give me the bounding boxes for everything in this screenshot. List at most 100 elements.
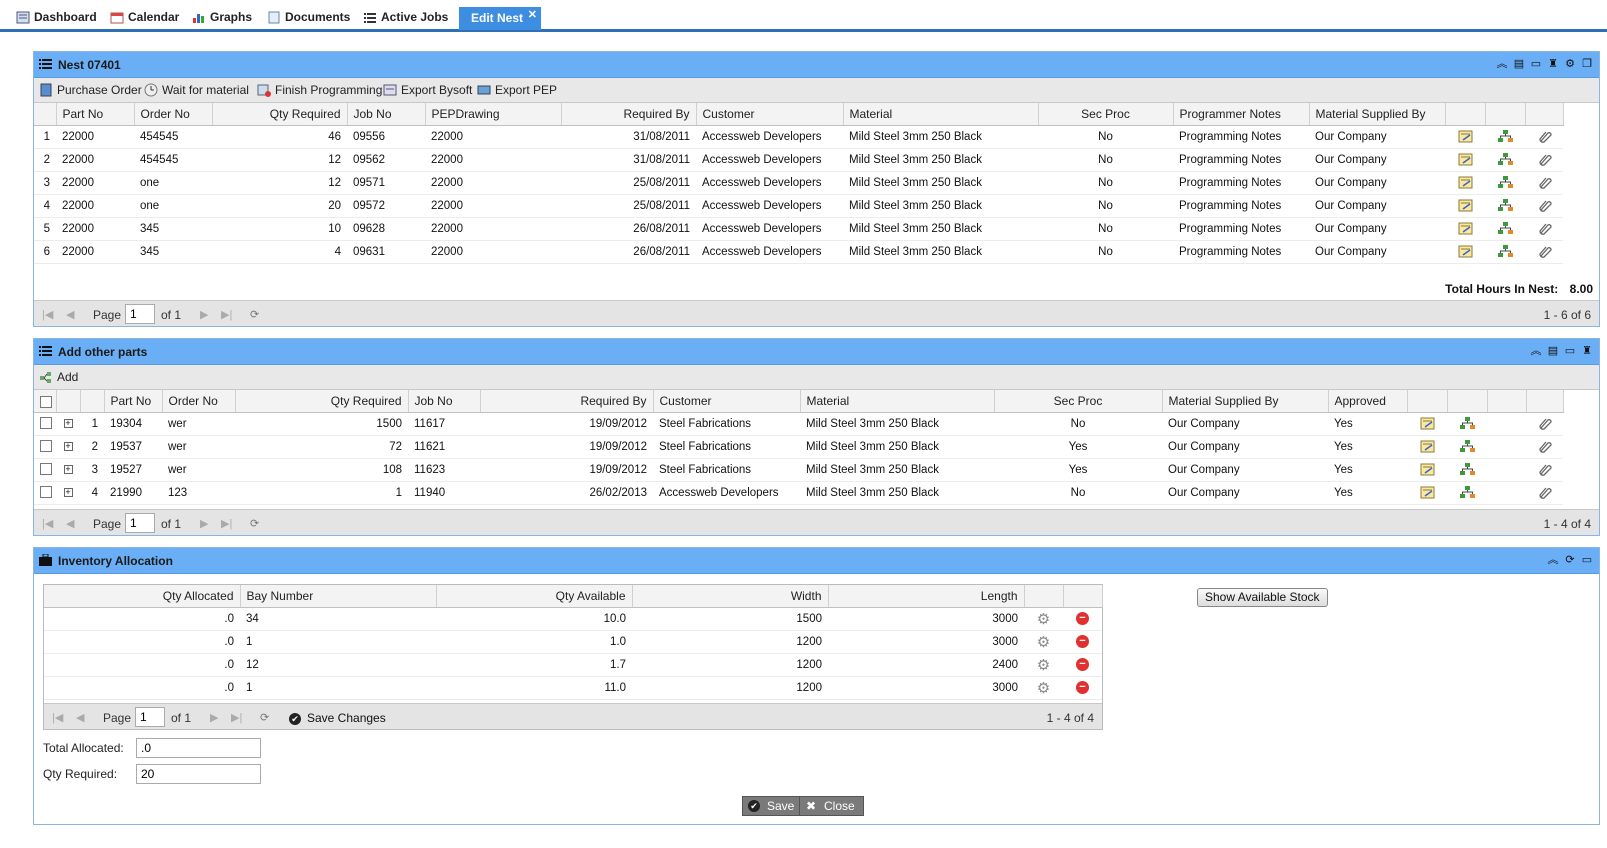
window-icon[interactable]: ❐ <box>1581 58 1593 70</box>
edit-note-icon[interactable] <box>1458 199 1473 212</box>
refresh-icon[interactable]: ⟳ <box>260 711 269 724</box>
column-header[interactable]: Bay Number <box>240 585 437 608</box>
collapse-icon[interactable]: ︽ <box>1547 554 1559 566</box>
paperclip-icon[interactable] <box>1537 486 1552 499</box>
gear-icon[interactable]: ⚙ <box>1564 58 1576 70</box>
column-header[interactable]: Qty Required <box>235 390 409 413</box>
table-row[interactable]: +1 19304 wer 1500 11617 19/09/2012 Steel Fabri… <box>34 412 1563 436</box>
paperclip-icon[interactable] <box>1537 176 1552 189</box>
last-page-icon[interactable]: ▶| <box>221 308 232 321</box>
prev-page-icon[interactable]: ◀ <box>66 517 74 530</box>
expand-icon[interactable]: + <box>63 418 73 428</box>
hierarchy-icon[interactable] <box>1497 153 1513 166</box>
print-icon[interactable]: ▭ <box>1581 554 1593 566</box>
column-header[interactable]: Order No <box>134 103 213 126</box>
column-header[interactable]: Customer <box>696 103 844 126</box>
binoculars-icon[interactable]: ♜ <box>1547 58 1559 70</box>
hierarchy-icon[interactable] <box>1459 417 1475 430</box>
column-header[interactable]: Job No <box>347 103 426 126</box>
column-header[interactable]: Part No <box>56 103 135 126</box>
page-input[interactable] <box>125 513 155 533</box>
remove-icon[interactable]: − <box>1076 658 1089 671</box>
last-page-icon[interactable]: ▶| <box>221 517 232 530</box>
paperclip-icon[interactable] <box>1537 130 1552 143</box>
table-row[interactable]: .0 12 1.7 1200 2400 ⚙ − <box>44 653 1102 677</box>
purchase-order-button[interactable]: Purchase Order <box>39 83 142 97</box>
next-page-icon[interactable]: ▶ <box>200 308 208 321</box>
column-header[interactable]: Required By <box>480 390 654 413</box>
wait-for-material-button[interactable]: Wait for material <box>144 83 249 97</box>
column-header[interactable]: Approved <box>1328 390 1408 413</box>
column-header[interactable]: Customer <box>653 390 801 413</box>
paperclip-icon[interactable] <box>1537 199 1552 212</box>
column-header[interactable]: PEPDrawing <box>425 103 562 126</box>
column-header[interactable]: Part No <box>104 390 163 413</box>
first-page-icon[interactable]: |◀ <box>42 517 53 530</box>
gear-icon[interactable]: ⚙ <box>1037 611 1050 628</box>
total-allocated-field[interactable] <box>136 738 261 758</box>
close-icon[interactable]: ✕ <box>528 4 537 27</box>
remove-icon[interactable]: − <box>1076 612 1089 625</box>
edit-note-icon[interactable] <box>1458 222 1473 235</box>
hierarchy-icon[interactable] <box>1497 176 1513 189</box>
save-icon[interactable]: ▤ <box>1547 345 1559 357</box>
qty-required-field[interactable] <box>136 764 261 784</box>
table-row[interactable]: +4 21990 123 1 11940 26/02/2013 Accessweb Deve… <box>34 481 1563 505</box>
column-header[interactable]: Material <box>800 390 995 413</box>
edit-note-icon[interactable] <box>1420 417 1435 430</box>
edit-note-icon[interactable] <box>1420 463 1435 476</box>
hierarchy-icon[interactable] <box>1497 199 1513 212</box>
tab-graphs[interactable]: Graphs <box>190 8 252 29</box>
next-page-icon[interactable]: ▶ <box>210 711 218 724</box>
prev-page-icon[interactable]: ◀ <box>66 308 74 321</box>
add-button[interactable]: Add <box>39 370 78 384</box>
table-row[interactable]: +2 19537 wer 72 11621 19/09/2012 Steel Fabrica… <box>34 435 1563 459</box>
expand-icon[interactable]: + <box>63 487 73 497</box>
edit-note-icon[interactable] <box>1458 176 1473 189</box>
print-icon[interactable]: ▭ <box>1530 58 1542 70</box>
finish-programming-button[interactable]: Finish Programming <box>257 83 382 97</box>
paperclip-icon[interactable] <box>1537 153 1552 166</box>
hierarchy-icon[interactable] <box>1497 130 1513 143</box>
save-icon[interactable]: ▤ <box>1513 58 1525 70</box>
column-header[interactable]: Material Supplied By <box>1162 390 1329 413</box>
refresh-icon[interactable]: ⟳ <box>250 308 259 321</box>
hierarchy-icon[interactable] <box>1459 463 1475 476</box>
binoculars-icon[interactable]: ♜ <box>1581 345 1593 357</box>
tab-dashboard[interactable]: Dashboard <box>14 8 97 29</box>
edit-note-icon[interactable] <box>1420 486 1435 499</box>
column-header[interactable]: Sec Proc <box>1038 103 1174 126</box>
row-checkbox[interactable] <box>40 463 52 476</box>
first-page-icon[interactable]: |◀ <box>52 711 63 724</box>
column-header[interactable]: Required By <box>561 103 697 126</box>
table-row[interactable]: 3 22000 one 12 09571 22000 25/08/2011 Accessweb… <box>34 171 1563 195</box>
table-row[interactable]: +3 19527 wer 108 11623 19/09/2012 Steel Fabric… <box>34 458 1563 482</box>
save-changes-button[interactable]: ✔ Save Changes <box>289 711 386 725</box>
remove-icon[interactable]: − <box>1076 681 1089 694</box>
collapse-icon[interactable]: ︽ <box>1496 58 1508 70</box>
table-row[interactable]: 4 22000 one 20 09572 22000 25/08/2011 Accessweb… <box>34 194 1563 218</box>
table-row[interactable]: 2 22000 454545 12 09562 22000 31/08/2011 Access… <box>34 148 1563 172</box>
hierarchy-icon[interactable] <box>1459 486 1475 499</box>
column-header[interactable]: Programmer Notes <box>1173 103 1310 126</box>
last-page-icon[interactable]: ▶| <box>231 711 242 724</box>
next-page-icon[interactable]: ▶ <box>200 517 208 530</box>
prev-page-icon[interactable]: ◀ <box>76 711 84 724</box>
remove-icon[interactable]: − <box>1076 635 1089 648</box>
refresh-icon[interactable]: ⟳ <box>250 517 259 530</box>
paperclip-icon[interactable] <box>1537 222 1552 235</box>
select-all-checkbox[interactable] <box>40 395 52 408</box>
first-page-icon[interactable]: |◀ <box>42 308 53 321</box>
tab-edit-nest[interactable]: Edit Nest ✕ <box>459 4 542 30</box>
column-header[interactable]: Qty Available <box>436 585 633 608</box>
column-header[interactable]: Length <box>828 585 1025 608</box>
hierarchy-icon[interactable] <box>1497 222 1513 235</box>
expand-icon[interactable]: + <box>63 464 73 474</box>
column-header[interactable]: Material <box>843 103 1039 126</box>
close-button[interactable]: ✖ Close <box>799 796 864 816</box>
paperclip-icon[interactable] <box>1537 245 1552 258</box>
row-checkbox[interactable] <box>40 417 52 430</box>
column-header[interactable]: Width <box>632 585 829 608</box>
column-header[interactable]: Material Supplied By <box>1309 103 1446 126</box>
tab-active-jobs[interactable]: Active Jobs <box>361 8 448 29</box>
